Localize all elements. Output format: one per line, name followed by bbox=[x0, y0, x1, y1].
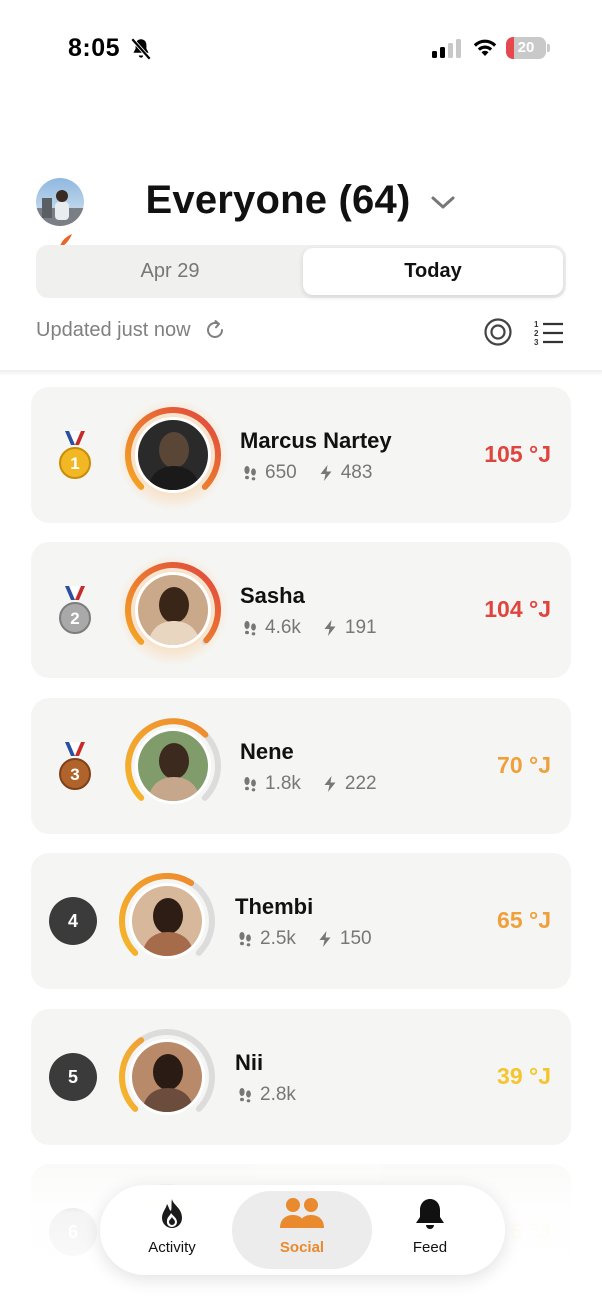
energy-ring bbox=[117, 871, 217, 971]
wifi-icon bbox=[473, 39, 497, 56]
steps-value: 1.8k bbox=[265, 773, 301, 794]
rank-number: 2 bbox=[70, 609, 79, 628]
leaderboard-row[interactable]: 3 Nene 1.8k 222 70 °J bbox=[31, 698, 571, 834]
chevron-down-icon bbox=[431, 196, 455, 208]
footsteps-icon bbox=[244, 466, 256, 481]
energy-ring bbox=[123, 560, 223, 660]
bell-slash-icon bbox=[130, 37, 152, 61]
steps-value: 650 bbox=[265, 462, 297, 483]
goal-target-icon[interactable] bbox=[483, 317, 513, 347]
svg-text:3: 3 bbox=[534, 338, 539, 347]
social-leaderboard-screen: 8:05 20 Everyone (64) Apr 29 Today Updat… bbox=[0, 0, 602, 1308]
energy-value: 483 bbox=[340, 462, 373, 483]
avatar bbox=[135, 572, 211, 648]
nav-social-label: Social bbox=[279, 1239, 325, 1256]
participant-name: Marcus Nartey bbox=[240, 428, 392, 453]
footsteps-icon bbox=[244, 621, 256, 636]
participant-stats: 4.6k 191 bbox=[241, 617, 377, 639]
participant-name: Thembi bbox=[235, 894, 314, 919]
bottom-tab-bar: Activity Social Feed bbox=[100, 1185, 505, 1275]
lightning-icon bbox=[320, 465, 332, 481]
leaderboard-row[interactable]: 1 Marcus Nartey 650 483 105 °J bbox=[31, 387, 571, 523]
nav-social[interactable]: Social bbox=[247, 1197, 357, 1267]
ranked-list-icon[interactable]: 1 2 3 bbox=[534, 319, 564, 347]
updated-status: Updated just now bbox=[36, 318, 227, 342]
nav-feed-label: Feed bbox=[412, 1239, 448, 1256]
nav-activity-label: Activity bbox=[148, 1239, 196, 1256]
lightning-icon bbox=[324, 776, 336, 792]
participant-name: Nene bbox=[240, 739, 294, 764]
leaderboard-row[interactable]: 4 Thembi 2.5k 150 65 °J bbox=[31, 853, 571, 989]
tab-today[interactable]: Today bbox=[303, 248, 563, 295]
participant-stats: 1.8k 222 bbox=[241, 773, 377, 795]
rank-badge: 4 bbox=[49, 897, 97, 945]
score-value: 39 °J bbox=[497, 1063, 551, 1089]
participant-stats: 2.5k 150 bbox=[236, 928, 372, 950]
medal-icon: 3 bbox=[59, 742, 91, 790]
status-time: 8:05 bbox=[68, 34, 121, 62]
nav-feed[interactable]: Feed bbox=[375, 1197, 485, 1267]
lightning-icon bbox=[324, 620, 336, 636]
score-value: 104 °J bbox=[484, 596, 551, 622]
medal-icon: 2 bbox=[59, 586, 91, 634]
energy-ring bbox=[123, 405, 223, 505]
avatar bbox=[129, 1039, 205, 1115]
steps-value: 2.8k bbox=[260, 1084, 296, 1105]
updated-text: Updated just now bbox=[36, 318, 191, 341]
score-value: 65 °J bbox=[497, 907, 551, 933]
lightning-icon bbox=[319, 931, 331, 947]
nav-activity[interactable]: Activity bbox=[117, 1197, 227, 1267]
page-title: Everyone (64) bbox=[145, 178, 411, 222]
medal-icon: 1 bbox=[59, 431, 91, 479]
footsteps-icon bbox=[239, 932, 251, 947]
steps-value: 4.6k bbox=[265, 617, 301, 638]
participant-name: Nii bbox=[235, 1050, 264, 1075]
avatar bbox=[135, 417, 211, 493]
avatar bbox=[135, 728, 211, 804]
bell-icon bbox=[416, 1199, 444, 1229]
score-value: 70 °J bbox=[497, 752, 551, 778]
svg-text:1: 1 bbox=[534, 320, 539, 329]
energy-ring bbox=[123, 716, 223, 816]
refresh-icon[interactable] bbox=[203, 318, 227, 342]
cellular-signal-icon bbox=[432, 39, 461, 58]
energy-value: 191 bbox=[344, 617, 377, 638]
leaderboard-row[interactable]: 2 Sasha 4.6k 191 104 °J bbox=[31, 542, 571, 678]
battery-indicator: 20 bbox=[506, 37, 550, 59]
energy-value: 222 bbox=[344, 773, 377, 794]
leaderboard-row[interactable]: 5 Nii 2.8k 39 °J bbox=[31, 1009, 571, 1145]
rank-number: 1 bbox=[70, 454, 79, 473]
participant-stats: 2.8k bbox=[236, 1084, 296, 1106]
people-icon bbox=[280, 1198, 324, 1228]
svg-text:2: 2 bbox=[534, 329, 539, 338]
tab-apr-29[interactable]: Apr 29 bbox=[39, 248, 301, 295]
participant-stats: 650 483 bbox=[241, 462, 372, 484]
date-segmented-control: Apr 29 Today bbox=[36, 245, 566, 298]
flame-icon bbox=[162, 1199, 182, 1228]
battery-percent: 20 bbox=[517, 39, 535, 56]
status-bar: 8:05 20 bbox=[0, 0, 602, 96]
footsteps-icon bbox=[244, 777, 256, 792]
energy-ring bbox=[117, 1027, 217, 1127]
footsteps-icon bbox=[239, 1088, 251, 1103]
energy-value: 150 bbox=[339, 928, 372, 949]
rank-number: 3 bbox=[70, 765, 79, 784]
avatar bbox=[129, 883, 205, 959]
participant-name: Sasha bbox=[240, 583, 305, 608]
score-value: 105 °J bbox=[484, 441, 551, 467]
group-selector[interactable]: Everyone (64) bbox=[0, 178, 602, 223]
steps-value: 2.5k bbox=[260, 928, 296, 949]
rank-badge: 5 bbox=[49, 1053, 97, 1101]
